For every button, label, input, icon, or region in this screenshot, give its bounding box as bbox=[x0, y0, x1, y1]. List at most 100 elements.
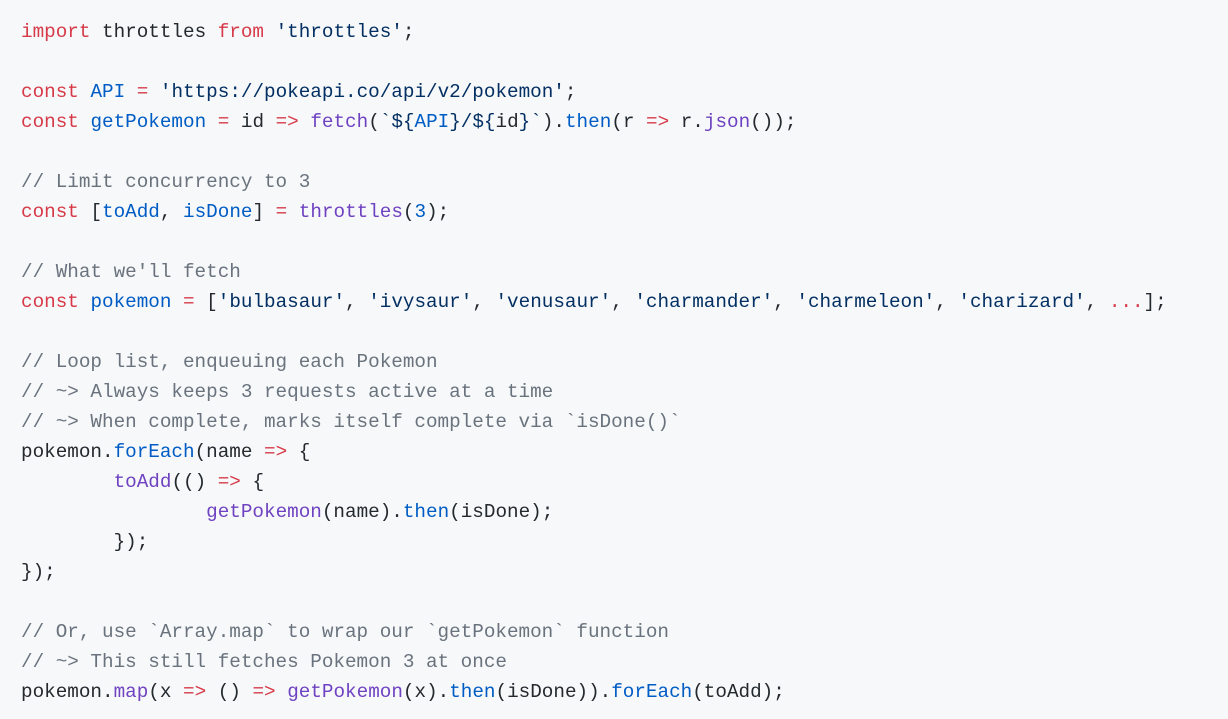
code-line: // What we'll fetch bbox=[21, 257, 1167, 287]
keyword-token: = bbox=[136, 81, 149, 103]
constant-token: then bbox=[564, 111, 612, 133]
keyword-token: = bbox=[217, 111, 230, 133]
keyword-token: ... bbox=[1108, 291, 1144, 313]
plain-token: () bbox=[206, 681, 253, 703]
code-line: const getPokemon = id => fetch(`${API}/$… bbox=[21, 107, 1167, 137]
constant-token: isDone bbox=[183, 201, 253, 223]
code-line: }); bbox=[21, 527, 1167, 557]
keyword-token: const bbox=[21, 201, 79, 223]
comment-token: // ~> Always keeps 3 requests active at … bbox=[21, 381, 554, 403]
plain-token: (isDone)). bbox=[495, 681, 612, 703]
plain-token: id bbox=[495, 111, 519, 133]
plain-token: ; bbox=[564, 81, 577, 103]
constant-token: API bbox=[414, 111, 450, 133]
function-token: map bbox=[113, 681, 149, 703]
plain-token: { bbox=[240, 471, 265, 493]
function-token: fetch bbox=[310, 111, 369, 133]
plain-token: { bbox=[287, 441, 311, 463]
code-line: }); bbox=[21, 557, 1167, 587]
keyword-token: = bbox=[275, 201, 288, 223]
constant-token: pokemon bbox=[90, 291, 172, 313]
comment-token: // What we'll fetch bbox=[21, 261, 241, 283]
comment-token: // Loop list, enqueuing each Pokemon bbox=[21, 351, 438, 373]
plain-token: pokemon. bbox=[21, 681, 114, 703]
string-token: `${ bbox=[379, 111, 415, 133]
keyword-token: = bbox=[183, 291, 195, 313]
constant-token: API bbox=[90, 81, 126, 103]
string-token: 'bulbasaur' bbox=[217, 291, 346, 313]
plain-token: , bbox=[472, 291, 496, 313]
plain-token: (x bbox=[148, 681, 184, 703]
plain-token: r. bbox=[669, 111, 704, 133]
keyword-token: => bbox=[646, 111, 670, 133]
code-line: import throttles from 'throttles'; bbox=[21, 17, 1167, 47]
keyword-token: => bbox=[275, 111, 299, 133]
string-token: }/${ bbox=[449, 111, 496, 133]
constant-token: toAdd bbox=[102, 201, 160, 223]
constant-token: forEach bbox=[611, 681, 693, 703]
plain-token: [ bbox=[78, 201, 103, 223]
string-token: 'ivysaur' bbox=[368, 291, 473, 313]
function-token: json bbox=[703, 111, 751, 133]
plain-token: ( bbox=[368, 111, 380, 133]
code-line: const API = 'https://pokeapi.co/api/v2/p… bbox=[21, 77, 1167, 107]
string-token: 'throttles' bbox=[275, 21, 403, 43]
keyword-token: => bbox=[217, 471, 241, 493]
function-token: toAdd bbox=[113, 471, 172, 493]
plain-token: (r bbox=[611, 111, 646, 133]
string-token: 'charizard' bbox=[958, 291, 1086, 313]
code-line: // ~> Always keeps 3 requests active at … bbox=[21, 377, 1167, 407]
plain-token: [ bbox=[194, 291, 218, 313]
plain-token: (toAdd); bbox=[692, 681, 785, 703]
plain-token: , bbox=[1085, 291, 1109, 313]
comment-token: // ~> When complete, marks itself comple… bbox=[21, 411, 681, 433]
string-token: 'charmeleon' bbox=[796, 291, 936, 313]
plain-token: ; bbox=[402, 21, 415, 43]
keyword-token: const bbox=[21, 291, 79, 313]
code-line: toAdd(() => { bbox=[21, 467, 1167, 497]
code-line: // ~> When complete, marks itself comple… bbox=[21, 407, 1167, 437]
plain-token: , bbox=[345, 291, 369, 313]
plain-token: (name bbox=[194, 441, 265, 463]
plain-token: (name). bbox=[321, 501, 403, 523]
constant-token: forEach bbox=[113, 441, 195, 463]
plain-token: ()); bbox=[750, 111, 797, 133]
string-token: 'https://pokeapi.co/api/v2/pokemon' bbox=[159, 81, 565, 103]
plain-token: (() bbox=[171, 471, 218, 493]
code-line: pokemon.map(x => () => getPokemon(x).the… bbox=[21, 677, 1167, 707]
plain-token: throttles bbox=[90, 21, 218, 43]
constant-token: 3 bbox=[414, 201, 427, 223]
code-block: import throttles from 'throttles'; const… bbox=[21, 17, 1167, 707]
plain-token: id bbox=[229, 111, 276, 133]
constant-token: then bbox=[449, 681, 496, 703]
code-line: // ~> This still fetches Pokemon 3 at on… bbox=[21, 647, 1167, 677]
keyword-token: import bbox=[21, 21, 91, 43]
plain-token: , bbox=[611, 291, 635, 313]
code-line: getPokemon(name).then(isDone); bbox=[21, 497, 1167, 527]
string-token: 'charmander' bbox=[634, 291, 774, 313]
code-line: const pokemon = ['bulbasaur', 'ivysaur',… bbox=[21, 287, 1167, 317]
function-token: throttles bbox=[298, 201, 403, 223]
code-line: pokemon.forEach(name => { bbox=[21, 437, 1167, 467]
keyword-token: from bbox=[217, 21, 265, 43]
plain-token: ] bbox=[252, 201, 276, 223]
plain-token: pokemon. bbox=[21, 441, 114, 463]
code-line: // Or, use `Array.map` to wrap our `getP… bbox=[21, 617, 1167, 647]
plain-token: (x). bbox=[402, 681, 450, 703]
string-token: 'venusaur' bbox=[495, 291, 612, 313]
keyword-token: const bbox=[21, 81, 79, 103]
